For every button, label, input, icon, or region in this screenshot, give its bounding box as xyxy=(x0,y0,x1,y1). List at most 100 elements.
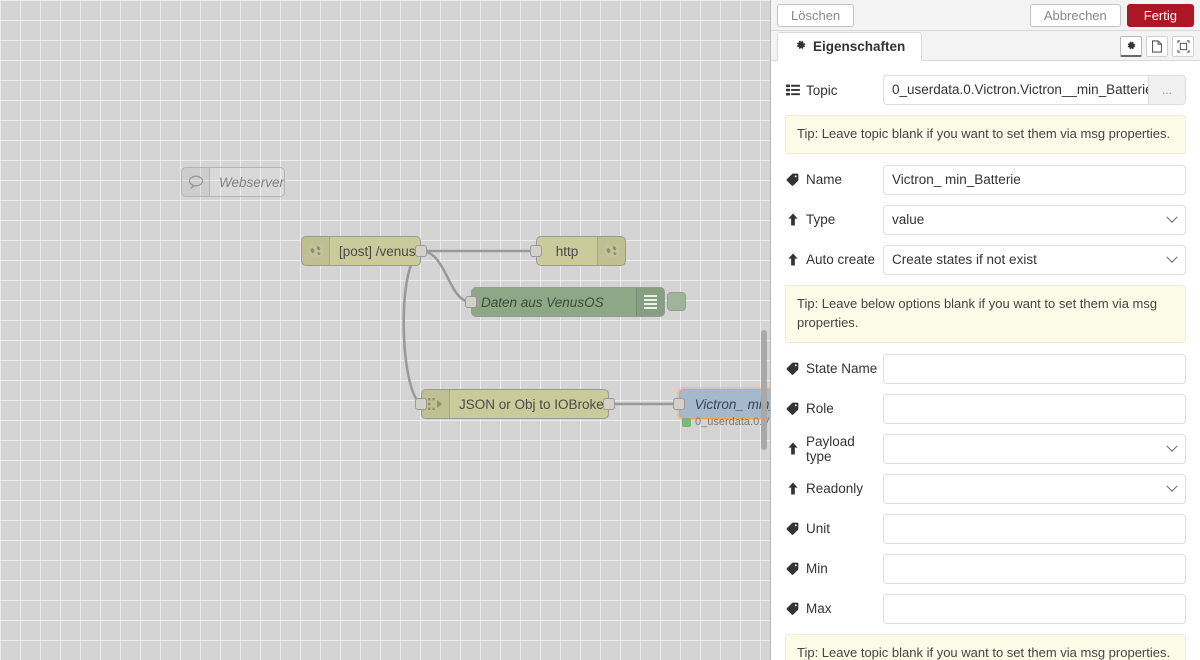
node-properties-form: Topic 0_userdata.0.Victron.Victron__min_… xyxy=(771,61,1200,660)
flow-node-http-response[interactable]: http xyxy=(530,236,626,266)
unit-label: Unit xyxy=(785,521,883,536)
name-label: Name xyxy=(785,172,883,187)
canvas-scrollbar-thumb[interactable] xyxy=(761,330,767,450)
field-row-state-name: State Name xyxy=(785,353,1186,384)
globe-icon xyxy=(597,237,625,265)
chevron-down-icon xyxy=(1166,480,1178,492)
flow-node-webserver[interactable]: Webserver xyxy=(181,167,285,197)
input-port[interactable] xyxy=(673,398,685,410)
description-icon-button[interactable] xyxy=(1146,36,1168,57)
field-row-unit: Unit xyxy=(785,513,1186,544)
output-port[interactable] xyxy=(603,398,615,410)
max-label: Max xyxy=(785,601,883,616)
node-edit-panel: Löschen Abbrechen Fertig Eigenschaften T… xyxy=(770,0,1200,660)
tip-options: Tip: Leave below options blank if you wa… xyxy=(785,284,1186,343)
flow-node-label: Daten aus VenusOS xyxy=(481,294,604,310)
arrow-up-icon xyxy=(785,253,800,266)
debug-toggle-button[interactable] xyxy=(667,292,686,311)
min-input[interactable] xyxy=(883,553,1186,584)
done-button[interactable]: Fertig xyxy=(1126,3,1194,27)
gear-icon-button[interactable] xyxy=(1120,36,1142,57)
flow-canvas[interactable]: Webserver [post] /venus http Daten aus V… xyxy=(0,0,770,660)
tag-icon xyxy=(785,402,800,415)
gear-icon xyxy=(794,39,807,55)
field-row-readonly: Readonly xyxy=(785,473,1186,504)
input-port[interactable] xyxy=(530,245,542,257)
auto-create-label: Auto create xyxy=(785,252,883,267)
tab-icon-group xyxy=(1120,36,1200,60)
state-name-label: State Name xyxy=(785,361,883,376)
type-select[interactable]: value xyxy=(883,204,1186,235)
readonly-label: Readonly xyxy=(785,481,883,496)
tag-icon xyxy=(785,602,800,615)
flow-node-label: http xyxy=(555,243,579,259)
field-row-role: Role xyxy=(785,393,1186,424)
max-input[interactable] xyxy=(883,593,1186,624)
chevron-down-icon xyxy=(1166,251,1178,263)
field-row-name: Name Victron_ min_Batterie xyxy=(785,164,1186,195)
state-name-input[interactable] xyxy=(883,353,1186,384)
flow-node-post-venus[interactable]: [post] /venus xyxy=(301,236,427,266)
tab-properties[interactable]: Eigenschaften xyxy=(777,32,923,61)
min-label: Min xyxy=(785,561,883,576)
input-port[interactable] xyxy=(465,296,477,308)
cancel-button[interactable]: Abbrechen xyxy=(1029,3,1121,27)
role-label: Role xyxy=(785,401,883,416)
status-dot-icon xyxy=(682,417,691,427)
arrow-up-icon xyxy=(785,213,800,226)
flow-node-json-to-iobroker[interactable]: JSON or Obj to IOBroker xyxy=(415,389,615,419)
globe-icon xyxy=(302,237,330,265)
auto-create-select-value: Create states if not exist xyxy=(892,251,1037,267)
field-row-auto-create: Auto create Create states if not exist xyxy=(785,244,1186,275)
flow-node-status: 0_userdata.0.V xyxy=(682,416,770,428)
node-red-editor: Webserver [post] /venus http Daten aus V… xyxy=(0,0,1200,660)
unit-input[interactable] xyxy=(883,513,1186,544)
tag-icon xyxy=(785,562,800,575)
panel-header: Löschen Abbrechen Fertig xyxy=(771,0,1200,31)
payload-type-label: Payload type xyxy=(785,434,883,464)
payload-type-select[interactable] xyxy=(883,433,1186,464)
flow-node-label: [post] /venus xyxy=(339,243,416,259)
wire-post-to-debug xyxy=(420,249,472,304)
topic-input[interactable]: 0_userdata.0.Victron.Victron__min_Batter… xyxy=(883,75,1148,105)
tip-topic: Tip: Leave topic blank if you want to se… xyxy=(785,115,1186,154)
auto-create-select[interactable]: Create states if not exist xyxy=(883,244,1186,275)
flow-node-label: Webserver xyxy=(219,174,284,190)
delete-button[interactable]: Löschen xyxy=(777,3,855,27)
topic-browse-button[interactable]: ... xyxy=(1148,75,1186,105)
wire-post-to-json xyxy=(402,249,422,406)
output-port[interactable] xyxy=(415,245,427,257)
field-row-max: Max xyxy=(785,593,1186,624)
flow-node-label: JSON or Obj to IOBroker xyxy=(459,396,608,412)
input-port[interactable] xyxy=(415,398,427,410)
wire-layer xyxy=(402,249,679,406)
flow-node-debug[interactable]: Daten aus VenusOS xyxy=(465,287,686,317)
readonly-select[interactable] xyxy=(883,473,1186,504)
arrow-up-icon xyxy=(785,482,800,495)
canvas-scrollbar[interactable] xyxy=(760,0,768,660)
type-label: Type xyxy=(785,212,883,227)
role-input[interactable] xyxy=(883,393,1186,424)
status-text: 0_userdata.0.V xyxy=(695,416,770,428)
tag-icon xyxy=(785,173,800,187)
type-select-value: value xyxy=(892,211,925,227)
field-row-type: Type value xyxy=(785,204,1186,235)
field-row-payload-type: Payload type xyxy=(785,433,1186,464)
field-row-min: Min xyxy=(785,553,1186,584)
tag-icon xyxy=(785,362,800,375)
chevron-down-icon xyxy=(1166,440,1178,452)
appearance-icon-button[interactable] xyxy=(1172,36,1194,57)
name-input[interactable]: Victron_ min_Batterie xyxy=(883,164,1186,195)
comment-icon xyxy=(182,168,210,196)
tag-icon xyxy=(785,522,800,535)
field-row-topic: Topic 0_userdata.0.Victron.Victron__min_… xyxy=(785,75,1186,105)
tip-bottom: Tip: Leave topic blank if you want to se… xyxy=(785,633,1186,660)
topic-label: Topic xyxy=(785,83,883,98)
flow-node-victron-min-batterie[interactable]: Victron_ min_Batterie xyxy=(673,389,770,419)
flow-node-label: Victron_ min_Batterie xyxy=(694,396,770,412)
panel-tabbar: Eigenschaften xyxy=(771,31,1200,61)
chevron-down-icon xyxy=(1166,211,1178,223)
tab-label: Eigenschaften xyxy=(813,39,906,54)
tasks-icon xyxy=(785,84,800,96)
debug-bars-icon xyxy=(636,288,664,316)
